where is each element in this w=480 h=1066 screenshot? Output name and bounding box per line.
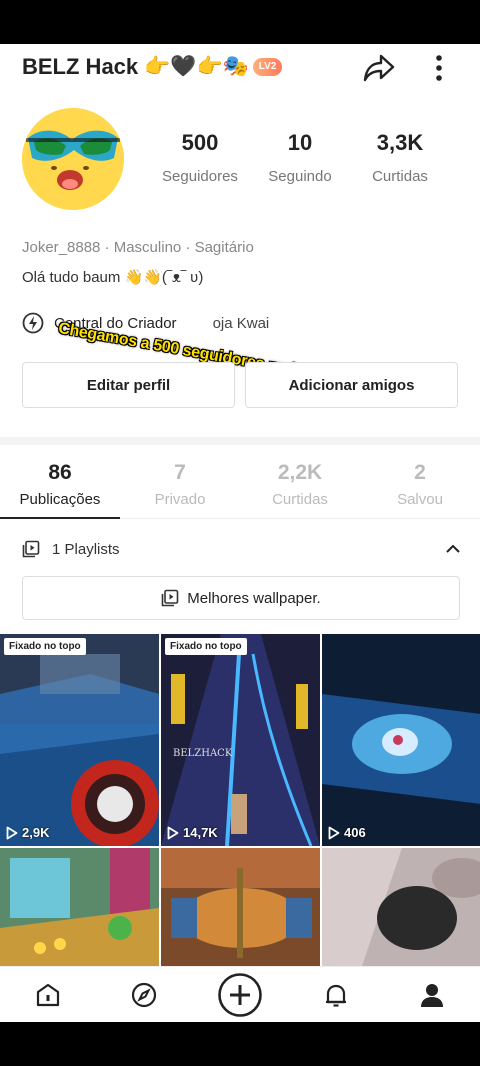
view-count-value: 406 xyxy=(344,825,366,840)
video-thumbnail[interactable] xyxy=(322,848,480,966)
stat-following[interactable]: 10 Seguindo xyxy=(250,130,350,185)
video-thumbnail[interactable]: 406 xyxy=(322,634,480,846)
pinned-badge: Fixado no topo xyxy=(4,638,86,655)
stat-value: 10 xyxy=(287,130,313,155)
stat-followers[interactable]: 500 Seguidores xyxy=(150,130,250,185)
view-count: 2,9K xyxy=(6,825,49,840)
play-icon xyxy=(167,826,179,839)
nav-discover[interactable] xyxy=(96,967,192,1023)
tab-count: 2,2K xyxy=(277,461,323,484)
video-thumbnail[interactable] xyxy=(161,848,320,966)
username: BELZ Hack xyxy=(22,54,139,79)
playlist-item[interactable]: Melhores wallpaper. xyxy=(22,576,460,620)
tab-count: 7 xyxy=(174,461,186,484)
video-thumbnail[interactable]: Fixado no topo BELZHACK 14,7K xyxy=(161,634,320,846)
profile-screen: BELZ Hack 👉🖤👉🎭 LV2 500 Seguidores 10 Seg… xyxy=(0,44,480,1022)
level-badge: LV2 xyxy=(252,58,283,76)
nav-notifications[interactable] xyxy=(288,967,384,1023)
nav-home[interactable] xyxy=(0,967,96,1023)
nav-profile[interactable] xyxy=(384,967,480,1023)
playlists-summary: 1 Playlists xyxy=(52,540,120,558)
tab-likes[interactable]: 2,2K Curtidas xyxy=(240,449,360,518)
playlist-icon xyxy=(161,589,179,607)
more-vertical-icon[interactable] xyxy=(424,50,454,86)
bottom-navigation xyxy=(0,966,480,1022)
content-tabs: 86 Publicações 7 Privado 2,2K Curtidas 2… xyxy=(0,449,480,519)
view-count: 14,7K xyxy=(167,825,218,840)
view-count-value: 14,7K xyxy=(183,825,218,840)
stat-label: Curtidas xyxy=(372,168,428,185)
playlists-toggle[interactable]: 1 Playlists xyxy=(22,538,462,560)
play-icon xyxy=(328,826,340,839)
kwai-shop-link[interactable]: oja Kwai xyxy=(213,315,270,332)
tab-label: Privado xyxy=(154,491,206,508)
playlist-item-label: Melhores wallpaper. xyxy=(187,589,321,607)
stat-likes[interactable]: 3,3K Curtidas xyxy=(350,130,450,185)
profile-icon xyxy=(421,983,443,1007)
section-divider xyxy=(0,437,480,445)
notifications-icon xyxy=(326,984,346,1007)
top-bar: BELZ Hack 👉🖤👉🎭 LV2 xyxy=(0,44,480,92)
video-grid: Fixado no topo 2,9K Fixado no topo BELZH… xyxy=(0,634,480,966)
stat-value: 3,3K xyxy=(376,130,424,155)
edit-profile-button[interactable]: Editar perfil xyxy=(22,362,235,408)
stat-label: Seguindo xyxy=(268,168,332,185)
video-thumbnail[interactable]: Fixado no topo 2,9K xyxy=(0,634,159,846)
tab-count: 2 xyxy=(414,461,426,484)
profile-meta: Joker_8888 · Masculino · Sagitário xyxy=(22,239,254,256)
profile-title: BELZ Hack 👉🖤👉🎭 LV2 xyxy=(22,54,283,80)
tab-label: Salvou xyxy=(397,491,443,508)
tab-count: 86 xyxy=(48,461,72,484)
tab-private[interactable]: 7 Privado xyxy=(120,449,240,518)
stat-label: Seguidores xyxy=(162,168,238,185)
chevron-up-icon[interactable] xyxy=(444,540,462,558)
lightning-icon xyxy=(22,312,44,334)
discover-icon xyxy=(131,982,157,1007)
play-icon xyxy=(6,826,18,839)
tab-label: Publicações xyxy=(19,491,101,508)
video-thumbnail[interactable] xyxy=(0,848,159,966)
view-count-value: 2,9K xyxy=(22,825,50,840)
watermark-text: BELZHACK xyxy=(173,748,233,759)
playlist-icon xyxy=(22,540,40,558)
stat-value: 500 xyxy=(181,130,219,155)
username-emojis: 👉🖤👉🎭 xyxy=(144,55,249,78)
view-count: 406 xyxy=(328,825,366,840)
add-friends-button[interactable]: Adicionar amigos xyxy=(245,362,458,408)
tab-label: Curtidas xyxy=(272,491,328,508)
share-arrow-icon[interactable] xyxy=(360,50,398,86)
profile-bio: Olá tudo baum 👋👋(‾ᴥ‾ ʋ) xyxy=(22,269,204,286)
avatar[interactable] xyxy=(22,108,124,210)
nav-create[interactable] xyxy=(192,967,288,1023)
tab-saved[interactable]: 2 Salvou xyxy=(360,449,480,518)
pinned-badge: Fixado no topo xyxy=(165,638,247,655)
profile-stats: 500 Seguidores 10 Seguindo 3,3K Curtidas xyxy=(150,130,450,185)
home-icon xyxy=(36,983,60,1006)
tab-publications[interactable]: 86 Publicações xyxy=(0,449,120,519)
create-icon xyxy=(218,972,262,1017)
